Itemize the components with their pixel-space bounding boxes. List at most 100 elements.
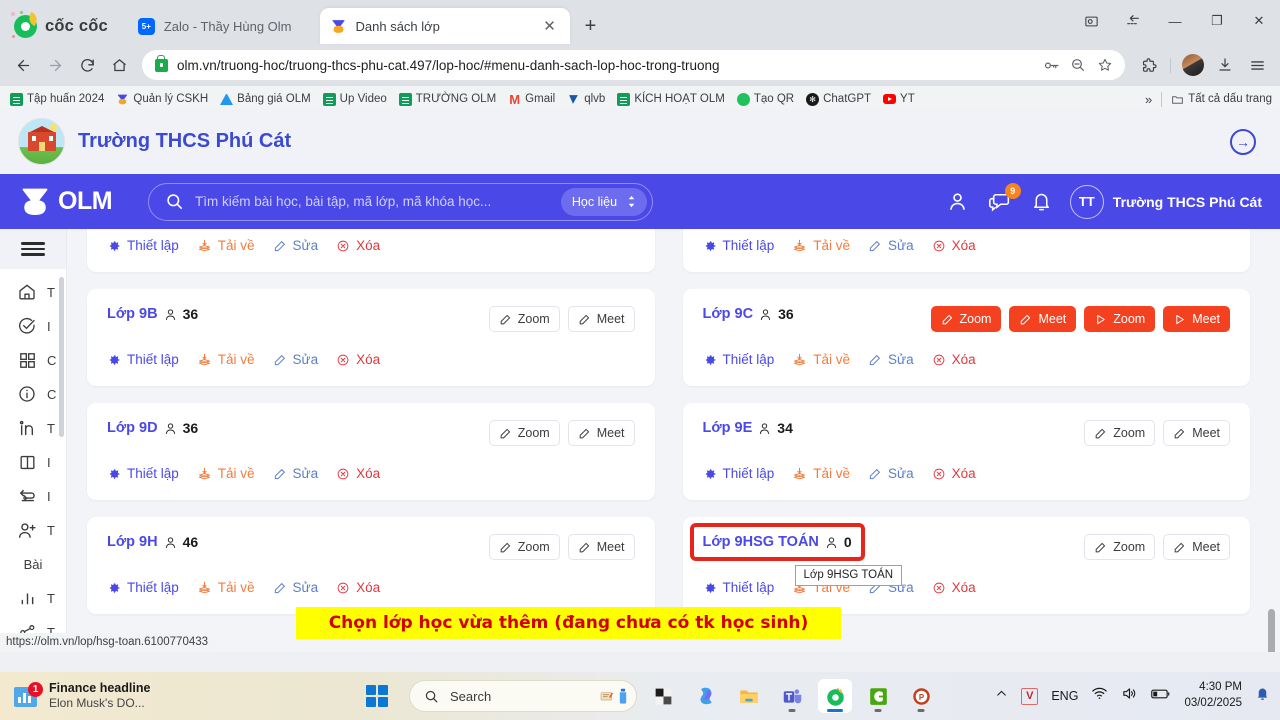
wifi-icon[interactable] (1091, 685, 1108, 707)
class-title[interactable]: Lớp 9D 36 (107, 420, 198, 436)
bookmark-item[interactable]: TRƯỜNG OLM (398, 92, 496, 106)
widgets-icon[interactable] (599, 688, 630, 705)
delete-action[interactable]: Xóa (336, 466, 380, 481)
taskbar-app-folder-icon[interactable] (732, 679, 766, 713)
download-action[interactable]: Tải về (197, 580, 255, 595)
setup-action[interactable]: Thiết lập (703, 466, 774, 481)
start-button[interactable] (360, 679, 394, 713)
zoom-button[interactable]: Zoom (1084, 534, 1156, 560)
sidebar-item-linkedin[interactable]: T (0, 411, 66, 445)
bookmark-item[interactable]: Bảng giá OLM (220, 93, 311, 105)
class-card[interactable]: Lớp 9B 36 Zoom Meet Thiết lập Tải về Sửa (87, 289, 655, 386)
edit-action[interactable]: Sửa (273, 352, 318, 367)
zoom-button[interactable]: Zoom (1084, 420, 1156, 446)
class-title[interactable]: Lớp 9H 46 (107, 534, 198, 550)
sidebar-item-grid[interactable]: C (0, 343, 66, 377)
tray-expand-icon[interactable] (995, 687, 1008, 705)
notification-bell-icon[interactable] (1255, 686, 1270, 706)
language-indicator[interactable]: ENG (1051, 689, 1078, 703)
sidebar-item-info[interactable]: C (0, 377, 66, 411)
battery-icon[interactable] (1151, 687, 1171, 706)
bookmarks-overflow-button[interactable]: » (1145, 92, 1152, 107)
unikey-icon[interactable]: V (1021, 687, 1039, 705)
meet-button[interactable]: Meet (1009, 306, 1077, 332)
download-action[interactable]: Tải về (792, 352, 850, 367)
zoom-start-button[interactable]: Zoom (1084, 306, 1156, 332)
clock[interactable]: 4:30 PM 03/02/2025 (1184, 680, 1242, 711)
delete-action[interactable]: Xóa (932, 352, 976, 367)
sidebar-item-home[interactable]: T (0, 275, 66, 309)
news-widget[interactable]: 1 Finance headline Elon Musk's DO... (0, 681, 360, 712)
taskbar-app-file-explorer-dark-icon[interactable] (646, 679, 680, 713)
meet-button[interactable]: Meet (1163, 534, 1230, 560)
delete-action[interactable]: Xóa (932, 580, 976, 595)
browser-menu-icon[interactable] (1242, 50, 1272, 80)
bookmark-item[interactable]: M Gmail (508, 93, 555, 106)
taskbar-app-camtasia-icon[interactable] (861, 679, 895, 713)
back-icon[interactable] (8, 50, 38, 80)
class-card[interactable]: Lớp 9E 34 Zoom Meet Thiết lập Tải về Sửa (682, 403, 1250, 500)
reload-icon[interactable] (72, 50, 102, 80)
sidebar-item-tasks[interactable]: I (0, 309, 66, 343)
all-bookmarks-button[interactable]: Tất cả dấu trang (1171, 93, 1272, 106)
sidebar-scrollbar[interactable] (59, 277, 64, 437)
search-filter-dropdown[interactable]: Học liệu (560, 187, 648, 216)
browser-tab-zalo[interactable]: 5+ Zalo - Thầy Hùng Olm (128, 8, 302, 44)
edit-action[interactable]: Sửa (868, 466, 914, 481)
bookmark-item[interactable]: YT (883, 93, 915, 105)
taskbar-app-coccoc-icon[interactable] (818, 679, 852, 713)
delete-action[interactable]: Xóa (336, 352, 380, 367)
messages-icon[interactable]: 9 (987, 182, 1021, 214)
download-action[interactable]: Tải về (197, 352, 255, 367)
class-card[interactable]: Lớp 9H 46 Zoom Meet Thiết lập Tải về Sửa (87, 517, 655, 614)
bookmark-item[interactable]: Quản lý CSKH (116, 93, 208, 106)
user-icon[interactable] (946, 190, 969, 213)
meet-button[interactable]: Meet (567, 534, 635, 560)
extensions-icon[interactable] (1133, 50, 1163, 80)
address-bar[interactable]: olm.vn/truong-hoc/truong-thcs-phu-cat.49… (142, 50, 1125, 80)
class-card[interactable]: Lớp 9D 36 Zoom Meet Thiết lập Tải về Sửa (87, 403, 655, 500)
browser-tab-danh-sach-lop[interactable]: Danh sách lớp ✕ (319, 8, 570, 44)
bookmark-item[interactable]: Up Video (322, 92, 387, 106)
class-card-highlighted[interactable]: Lớp 9HSG TOÁN 0 Zoom Meet Thiết lập Tải … (682, 517, 1250, 614)
sidebar-item-chart[interactable]: T (0, 581, 66, 615)
sidebar-item-swap[interactable]: I (0, 479, 66, 513)
setup-action[interactable]: Thiết lập (107, 352, 179, 367)
zoom-button[interactable]: Zoom (488, 306, 560, 332)
delete-action[interactable]: Xóa (336, 238, 380, 253)
sidebar-item-book[interactable]: I (0, 445, 66, 479)
class-card[interactable]: Zoom Meet Thiết lập Tải về Sửa Xóa (87, 229, 655, 272)
close-icon[interactable]: ✕ (540, 16, 560, 36)
taskbar-search[interactable]: Search (409, 680, 637, 712)
taskbar-app-teams-icon[interactable] (775, 679, 809, 713)
volume-icon[interactable] (1121, 685, 1138, 707)
password-key-icon[interactable] (1039, 53, 1063, 77)
setup-action[interactable]: Thiết lập (703, 580, 774, 595)
delete-action[interactable]: Xóa (336, 580, 380, 595)
meet-start-button[interactable]: Meet (1163, 306, 1230, 332)
bookmark-item[interactable]: Tập huấn 2024 (10, 92, 104, 106)
screenshot-icon[interactable] (1070, 4, 1112, 38)
home-icon[interactable] (104, 50, 134, 80)
class-card[interactable]: Zoom Meet Zoom Thiết lập Tải về Sửa Xóa (682, 229, 1250, 272)
bookmark-item[interactable]: KÍCH HOẠT OLM (617, 92, 725, 106)
user-menu[interactable]: TT Trường THCS Phú Cát (1069, 184, 1262, 219)
setup-action[interactable]: Thiết lập (703, 238, 774, 253)
sidebar-item-add-user[interactable]: T (0, 513, 66, 547)
class-card[interactable]: Lớp 9C 36 Zoom Meet Zoom Meet Thiết lập (682, 289, 1250, 386)
sidebar-item-bai[interactable]: Bài (0, 547, 66, 581)
setup-action[interactable]: Thiết lập (703, 352, 774, 367)
edit-action[interactable]: Sửa (868, 238, 914, 253)
site-search[interactable]: Học liệu (148, 182, 654, 221)
meet-button[interactable]: Meet (567, 420, 635, 446)
download-action[interactable]: Tải về (197, 466, 255, 481)
bookmark-star-icon[interactable] (1093, 53, 1117, 77)
zoom-out-icon[interactable] (1066, 53, 1090, 77)
next-arrow-icon[interactable]: → (1230, 128, 1256, 155)
search-input[interactable] (195, 194, 550, 209)
delete-action[interactable]: Xóa (932, 466, 976, 481)
bookmark-item[interactable]: Tạo QR (736, 92, 794, 106)
profile-avatar[interactable] (1178, 50, 1208, 80)
edit-action[interactable]: Sửa (273, 238, 318, 253)
zoom-button[interactable]: Zoom (930, 306, 1002, 332)
